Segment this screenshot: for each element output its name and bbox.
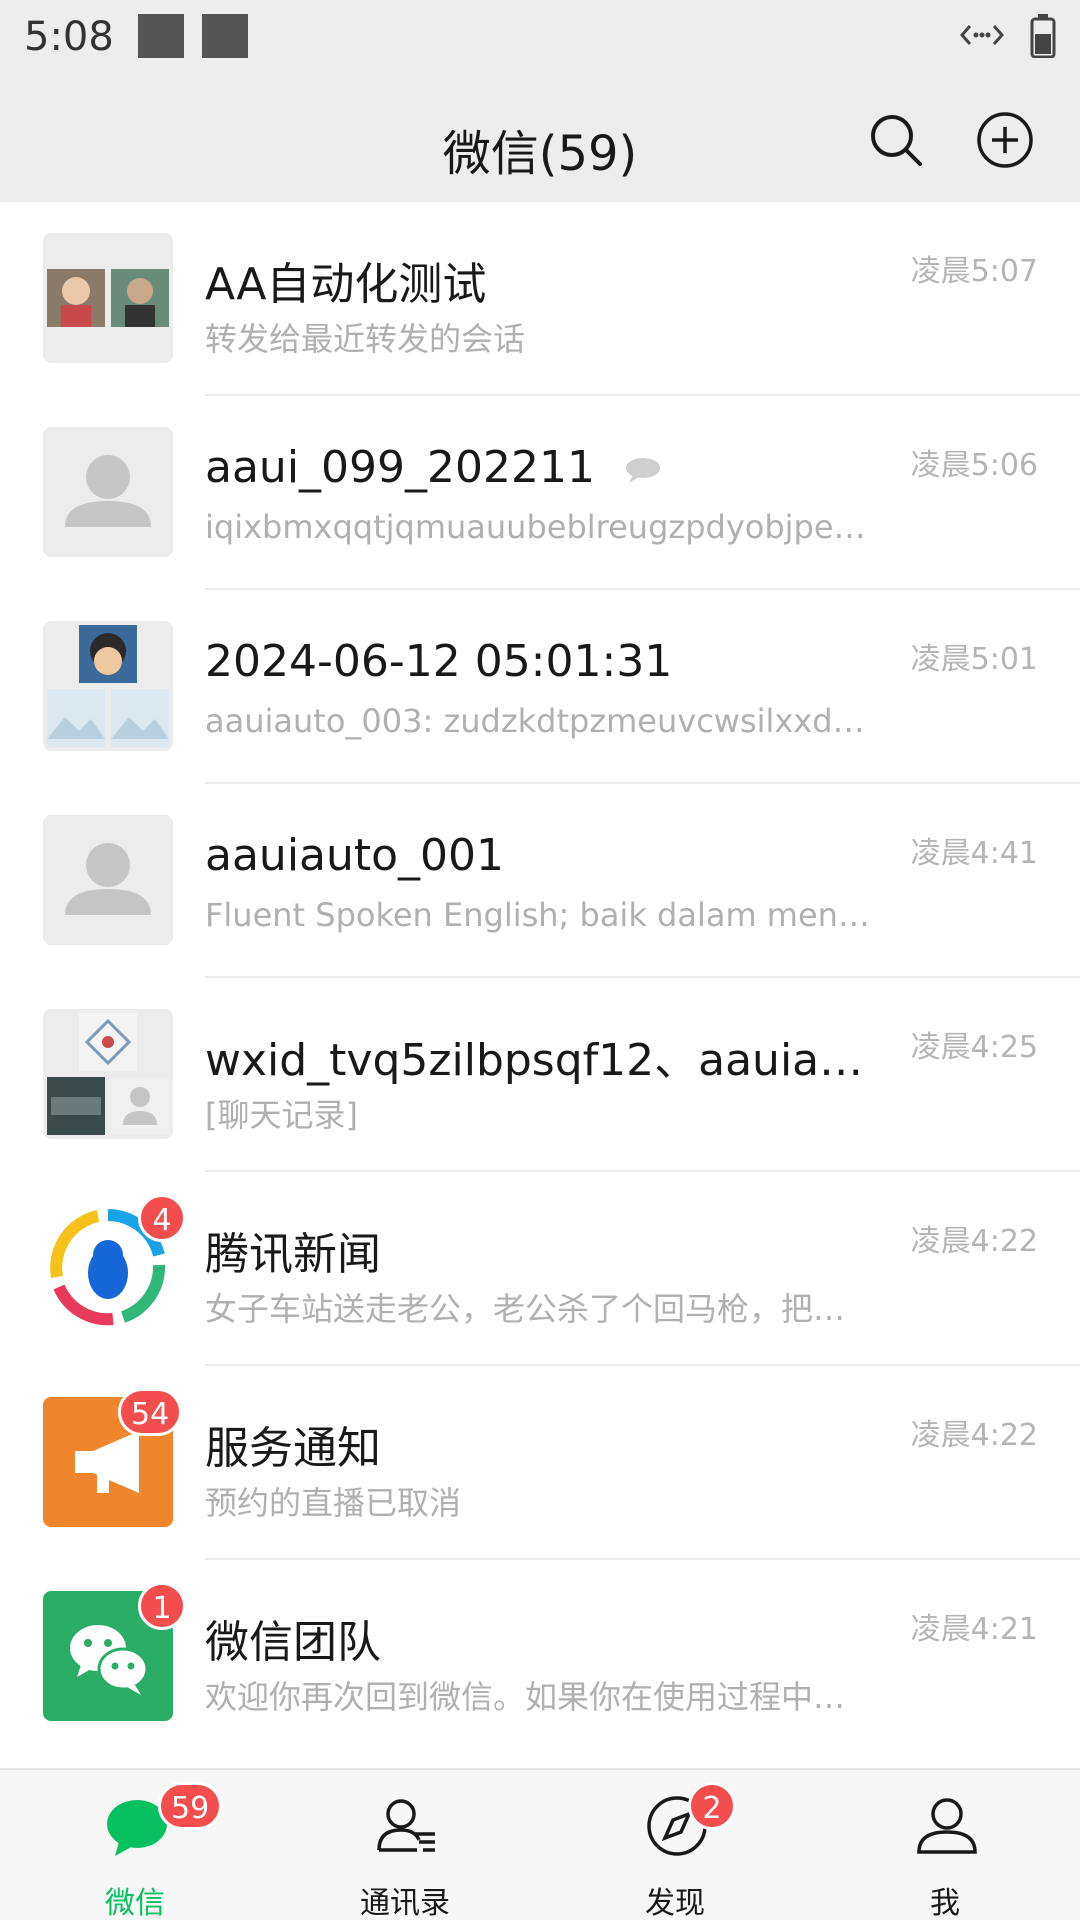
group-avatar [43,1009,173,1139]
chat-time: 凌晨4:22 [910,1418,1038,1453]
chat-row[interactable]: wxid_tvq5zilbpsqf12、aauiauto_001 [聊天记录] … [0,978,1080,1172]
chat-name: 微信团队 [205,1617,381,1668]
contacts-icon [377,1799,435,1852]
group-avatar [43,233,173,363]
chat-preview: 转发给最近转发的会话 [205,320,526,358]
add-icon[interactable] [975,110,1035,170]
chat-row[interactable]: 1 微信团队 欢迎你再次回到微信。如果你在使用过程中有任何问题 凌晨4:21 [0,1560,1080,1754]
chat-name: aauiauto_001 [205,830,505,881]
chat-preview: 欢迎你再次回到微信。如果你在使用过程中有任何问题 [205,1678,875,1716]
mute-icon [625,458,660,483]
battery-icon [1030,14,1056,58]
group-avatar [43,621,173,751]
unread-badge: 59 [158,1782,223,1830]
network-icon [960,25,1004,45]
chat-name: 2024-06-12 05:01:31 [205,636,673,687]
chat-row[interactable]: 54 服务通知 预约的直播已取消 凌晨4:22 [0,1366,1080,1560]
chat-time: 凌晨4:25 [910,1030,1038,1065]
chat-preview: 预约的直播已取消 [205,1484,462,1522]
default-avatar [43,815,173,945]
status-bar: 5:08 [0,0,1080,78]
chat-row[interactable]: 4 腾讯新闻 女子车站送走老公，老公杀了个回马枪，把她吓坏了 凌晨4:22 [0,1172,1080,1366]
bottom-nav: 59 微信 通讯录 2 发现 我 [0,1768,1080,1920]
chat-name: 腾讯新闻 [205,1229,381,1280]
tab-label: 微信 [105,1886,165,1920]
chat-time: 凌晨5:07 [910,254,1038,289]
chat-row[interactable]: aaui_099_202211 iqixbmxqqtjqmuauubeblreu… [0,396,1080,590]
chat-name: 服务通知 [205,1423,381,1474]
default-avatar [43,427,173,557]
unread-badge: 4 [138,1194,186,1242]
unread-badge: 1 [138,1582,186,1630]
chat-name: aaui_099_202211 [205,442,865,493]
chat-time: 凌晨4:21 [910,1612,1038,1647]
tab-me[interactable]: 我 [810,1770,1080,1920]
tab-label: 通讯录 [360,1886,450,1920]
tab-label: 我 [930,1886,960,1920]
tab-wechat[interactable]: 59 微信 [0,1770,270,1920]
search-icon[interactable] [866,110,926,170]
chat-preview: aauiauto_003: zudzkdtpzmeuvcwsilxxdrhlkf… [205,702,875,740]
chat-name: wxid_tvq5zilbpsqf12、aauiauto_001 [205,1035,865,1086]
chat-list: AA自动化测试 转发给最近转发的会话 凌晨5:07 aaui_099_20221… [0,202,1080,1754]
chat-time: 凌晨4:41 [910,836,1038,871]
tab-contacts[interactable]: 通讯录 [270,1770,540,1920]
chat-row[interactable]: AA自动化测试 转发给最近转发的会话 凌晨5:07 [0,202,1080,396]
tab-label: 发现 [645,1886,705,1920]
person-icon [917,1798,977,1854]
chat-time: 凌晨4:22 [910,1224,1038,1259]
notification-icon [138,14,184,58]
top-bar: 微信(59) [0,78,1080,202]
tab-discover[interactable]: 2 发现 [540,1770,810,1920]
chat-time: 凌晨5:06 [910,448,1038,483]
chat-time: 凌晨5:01 [910,642,1038,677]
chat-preview: [聊天记录] [205,1096,358,1134]
unread-badge: 54 [118,1388,183,1436]
chat-row[interactable]: aauiauto_001 Fluent Spoken English; baik… [0,784,1080,978]
chat-preview: iqixbmxqqtjqmuauubeblreugzpdyobjpezgvhd [205,508,875,546]
unread-badge: 2 [688,1782,736,1830]
notification-icon [202,14,248,58]
chat-preview: Fluent Spoken English; baik dalam menuli… [205,896,875,934]
chat-row[interactable]: 2024-06-12 05:01:31 aauiauto_003: zudzkd… [0,590,1080,784]
chat-name: AA自动化测试 [205,259,487,310]
status-time: 5:08 [24,14,114,60]
chat-preview: 女子车站送走老公，老公杀了个回马枪，把她吓坏了 [205,1290,875,1328]
